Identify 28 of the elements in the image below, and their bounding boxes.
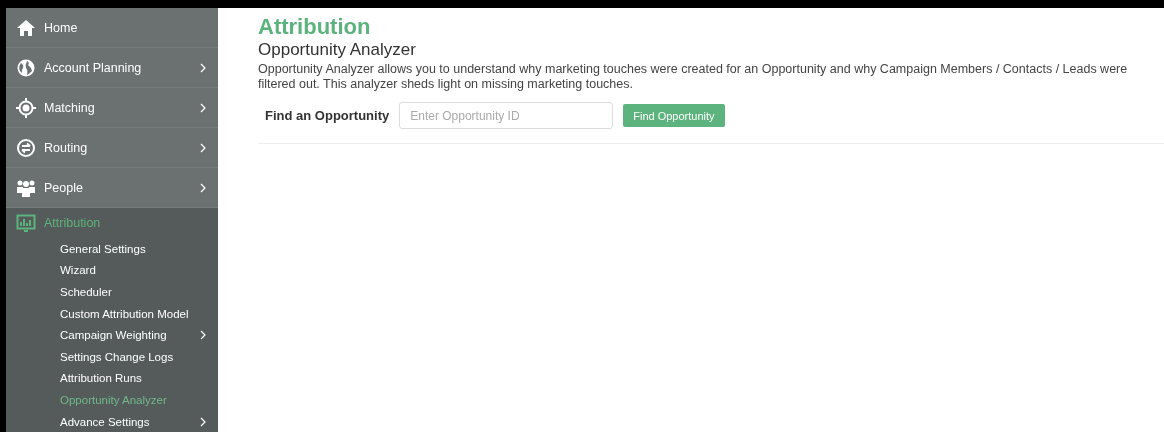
nav-subitem[interactable]: Custom Attribution Model [6,302,218,325]
nav-subitem[interactable]: Settings Change Logs [6,345,218,368]
chevron-right-icon [200,62,206,73]
page-title: Attribution [258,14,372,40]
opportunity-id-field[interactable]: Enter Opportunity ID [399,102,614,129]
nav-item[interactable]: Account Planning [6,48,218,88]
nav-item[interactable]: Routing [6,128,218,168]
target-icon [16,97,36,118]
chevron-right-icon [200,416,206,427]
swap-arrows-icon [16,137,36,158]
nav-subitem[interactable]: Attribution Runs [6,367,218,390]
field-label: Find an Opportunity [265,108,390,123]
home-icon [16,17,36,38]
chevron-right-icon [200,102,206,113]
globe-icon [16,57,36,78]
chevron-right-icon [200,330,206,341]
chevron-right-icon [200,142,206,153]
nav-subitem[interactable]: Wizard [6,259,218,282]
nav-subitem[interactable]: Scheduler [6,281,218,303]
bar-chart-icon [16,213,36,233]
chevron-right-icon [200,182,206,193]
nav-subitem[interactable]: Campaign Weighting [6,324,218,346]
nav-subitem[interactable]: Advance Settings [6,410,218,432]
page-subtitle: Opportunity Analyzer [258,40,417,60]
nav-subitem[interactable]: General Settings [6,238,218,260]
description: Opportunity Analyzer allows you to understand why marketing touches were created for an Opportunity and why Campaign Members / Contacts / Leads were filtered out. This analyzer sheds light on missing marketing touches. [258,62,1129,92]
nav-item[interactable]: Matching [6,88,218,128]
nav-item[interactable]: Home [6,8,218,48]
